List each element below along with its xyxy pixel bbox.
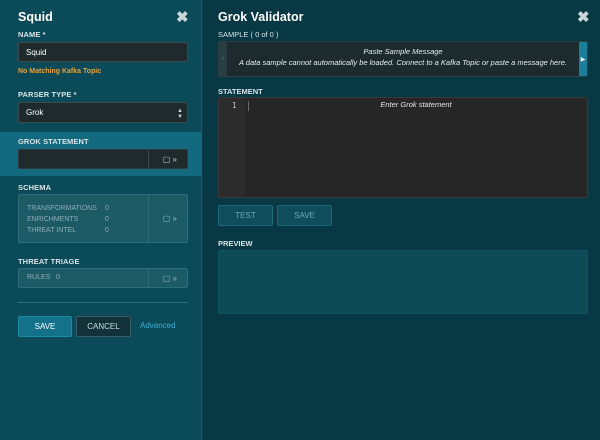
parser-config-panel: Squid ✖ NAME * Squid No Matching Kafka T…	[0, 0, 202, 440]
save-button[interactable]: SAVE	[277, 205, 332, 226]
name-input-value: Squid	[26, 47, 47, 57]
divider	[148, 195, 149, 242]
line-number: 1	[232, 101, 237, 110]
book-expand-icon[interactable]: ▢ »	[163, 274, 177, 283]
schema-label: SCHEMA	[18, 183, 52, 192]
preview-area	[218, 250, 588, 314]
name-input[interactable]: Squid	[18, 42, 188, 62]
statement-editor[interactable]: 1 Enter Grok statement	[218, 97, 588, 198]
parser-type-select[interactable]: Grok ▲ ▼	[18, 102, 188, 123]
advanced-link[interactable]: Advanced	[140, 321, 176, 330]
close-icon[interactable]: ✖	[577, 10, 590, 25]
panel-title: Grok Validator	[218, 10, 304, 24]
schema-row-count: 0	[105, 205, 109, 212]
book-expand-icon[interactable]: ▢ »	[163, 214, 177, 223]
parser-type-value: Grok	[26, 108, 44, 117]
chevron-right-icon[interactable]: ▶	[579, 42, 587, 76]
rules-count: 0	[56, 274, 60, 281]
close-icon[interactable]: ✖	[176, 10, 189, 25]
grok-validator-panel: Grok Validator ✖ SAMPLE ( 0 of 0 ) ‹ Pas…	[203, 0, 600, 440]
grok-statement-label: GROK STATEMENT	[18, 137, 89, 146]
select-caret-icon: ▲ ▼	[177, 108, 183, 120]
name-label: NAME *	[18, 30, 46, 39]
sample-label: SAMPLE ( 0 of 0 )	[218, 30, 279, 39]
test-button[interactable]: TEST	[218, 205, 273, 226]
save-button[interactable]: SAVE	[18, 316, 72, 337]
grok-statement-field[interactable]: ▢ »	[18, 149, 188, 169]
sample-title: Paste Sample Message	[363, 47, 443, 56]
schema-row-count: 0	[105, 216, 109, 223]
divider	[18, 302, 188, 303]
rules-label: RULES	[27, 274, 51, 281]
cancel-button[interactable]: CANCEL	[76, 316, 131, 337]
chevron-left-icon[interactable]: ‹	[219, 42, 227, 76]
statement-label: STATEMENT	[218, 87, 263, 96]
editor-gutter	[219, 98, 245, 197]
schema-row-name: ENRICHMENTS	[27, 216, 79, 223]
schema-row-count: 0	[105, 227, 109, 234]
schema-row-name: TRANSFORMATIONS	[27, 205, 97, 212]
statement-placeholder: Enter Grok statement	[380, 100, 452, 109]
threat-triage-label: THREAT TRIAGE	[18, 257, 80, 266]
name-warning: No Matching Kafka Topic	[18, 68, 102, 75]
sample-message: A data sample cannot automatically be lo…	[239, 58, 567, 67]
book-expand-icon[interactable]: ▢ »	[163, 155, 177, 164]
divider	[148, 150, 149, 168]
parser-type-label: PARSER TYPE *	[18, 90, 77, 99]
schema-row-name: THREAT INTEL	[27, 227, 77, 234]
panel-title: Squid	[18, 10, 53, 24]
divider	[148, 269, 149, 287]
preview-label: PREVIEW	[218, 239, 253, 248]
sample-message-box[interactable]: ‹ Paste Sample Message A data sample can…	[218, 41, 588, 77]
